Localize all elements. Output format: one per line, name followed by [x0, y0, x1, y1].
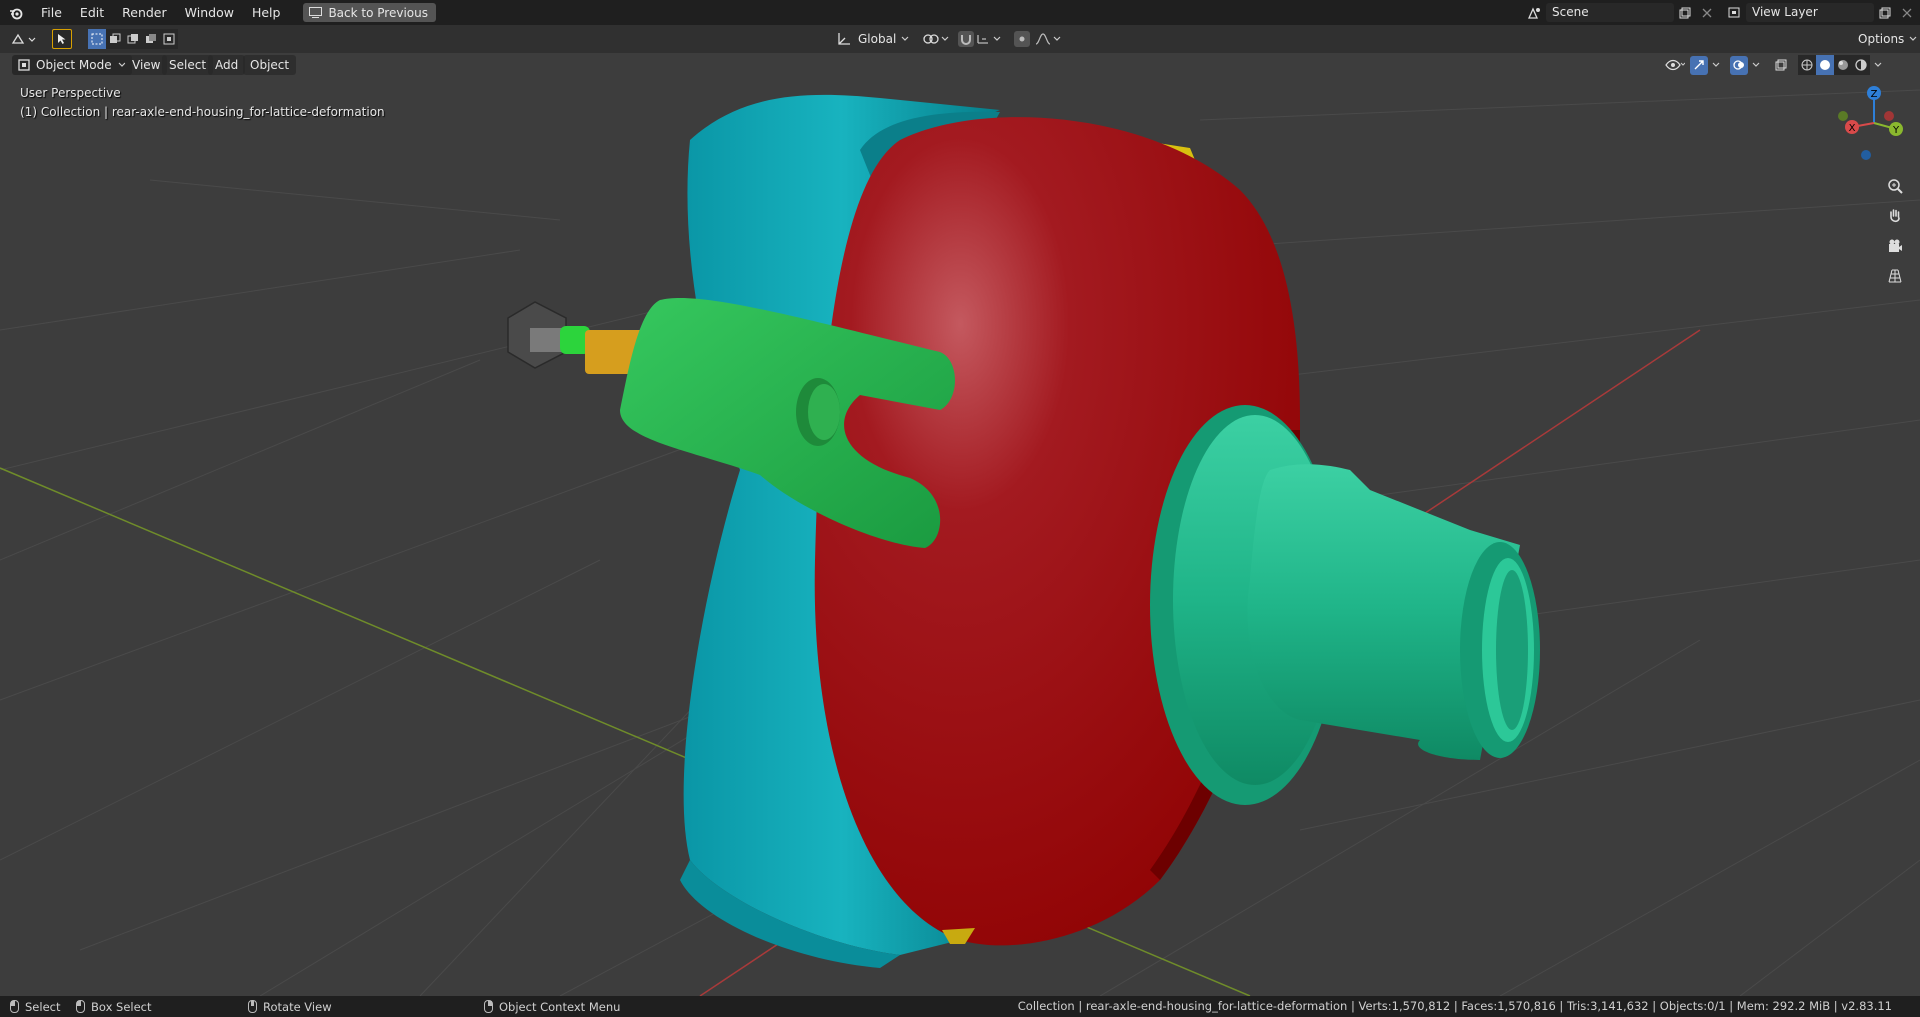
- mode-row: Object Mode View Select Add Object: [0, 53, 1920, 77]
- pivot-link-icon: [923, 34, 949, 44]
- new-scene-icon[interactable]: [1674, 3, 1696, 22]
- svg-text:X: X: [1849, 123, 1856, 134]
- orientation-axes-icon: [838, 33, 850, 45]
- left-mouse-icon: [10, 1000, 19, 1013]
- viewport-shading-group: [1664, 55, 1882, 75]
- object-mode-dropdown[interactable]: Object Mode: [12, 55, 132, 75]
- select-tool-button[interactable]: [52, 29, 72, 49]
- status-box-select: Box Select: [76, 999, 152, 1014]
- menu-object[interactable]: Object: [243, 55, 297, 75]
- editor-type-selector[interactable]: [10, 29, 38, 49]
- menu-window[interactable]: Window: [176, 0, 243, 25]
- visibility-eye-icon[interactable]: [1664, 56, 1686, 75]
- pan-hand-icon[interactable]: [1882, 203, 1908, 229]
- menu-file[interactable]: File: [32, 0, 71, 25]
- view-layer-name-field[interactable]: View Layer: [1746, 3, 1874, 22]
- status-rotate-view-label: Rotate View: [263, 999, 332, 1014]
- perspective-ortho-icon[interactable]: [1882, 263, 1908, 289]
- subtract-selection-icon[interactable]: [124, 29, 142, 49]
- back-to-previous-label: Back to Previous: [328, 5, 428, 20]
- selection-mode-group: [88, 29, 178, 49]
- menu-edit[interactable]: Edit: [71, 0, 113, 25]
- delete-scene-icon[interactable]: [1696, 3, 1718, 22]
- pivot-point-dropdown[interactable]: [922, 29, 952, 49]
- rendered-shading-icon[interactable]: [1852, 55, 1870, 75]
- orientation-value: Global: [858, 32, 897, 46]
- gizmo-toggle-icon[interactable]: [1690, 55, 1708, 75]
- new-view-layer-icon[interactable]: [1874, 3, 1896, 22]
- middle-mouse-icon: [248, 1000, 257, 1013]
- menu-render[interactable]: Render: [113, 0, 176, 25]
- material-shading-icon[interactable]: [1834, 55, 1852, 75]
- proportional-editing-toggle[interactable]: [1014, 29, 1062, 49]
- svg-text:Z: Z: [1871, 89, 1878, 100]
- status-context-menu: Object Context Menu: [484, 999, 620, 1014]
- overlays-toggle-icon[interactable]: [1730, 55, 1748, 75]
- object-mode-icon: [18, 59, 30, 71]
- drag-mouse-icon: [76, 1000, 85, 1013]
- status-select-label: Select: [25, 999, 61, 1014]
- menu-select[interactable]: Select: [162, 55, 214, 75]
- gizmo-neg-z-axis[interactable]: [1861, 150, 1871, 160]
- wireframe-shading-icon[interactable]: [1798, 55, 1816, 75]
- scene-render: [0, 89, 1920, 996]
- snap-magnet-icon: [958, 31, 1001, 47]
- blender-logo-icon[interactable]: [0, 0, 32, 25]
- gizmo-neg-x-axis[interactable]: [1884, 111, 1894, 121]
- scene-statistics: Collection | rear-axle-end-housing_for-l…: [1017, 999, 1892, 1013]
- chevron-down-icon[interactable]: [1712, 62, 1720, 68]
- intersect-selection-icon[interactable]: [160, 29, 178, 49]
- delete-view-layer-icon[interactable]: [1896, 3, 1918, 22]
- snap-toggle[interactable]: [958, 29, 1004, 49]
- navigation-gizmo[interactable]: Z Y X: [1834, 83, 1914, 163]
- cursor-arrow-icon: [58, 34, 66, 44]
- back-to-previous-button[interactable]: Back to Previous: [303, 3, 436, 22]
- zoom-icon[interactable]: [1882, 173, 1908, 199]
- chevron-down-icon: [901, 36, 909, 41]
- status-bar: Select Box Select Rotate View Object Con…: [0, 996, 1920, 1017]
- top-menu-bar: File Edit Render Window Help Back to Pre…: [0, 0, 1920, 25]
- view-layer-selector[interactable]: View Layer: [1724, 3, 1918, 22]
- status-box-select-label: Box Select: [91, 999, 152, 1014]
- svg-text:Y: Y: [1892, 125, 1900, 136]
- chevron-down-icon[interactable]: [1874, 62, 1882, 68]
- editor-type-icon: [11, 33, 36, 44]
- viewport-header: Global Options: [0, 25, 1920, 53]
- 3d-viewport[interactable]: User Perspective (1) Collection | rear-a…: [0, 53, 1920, 996]
- status-select: Select: [10, 999, 60, 1014]
- chevron-down-icon[interactable]: [1752, 62, 1760, 68]
- set-new-selection-icon[interactable]: [88, 29, 106, 49]
- invert-selection-icon[interactable]: [142, 29, 160, 49]
- status-context-menu-label: Object Context Menu: [499, 999, 621, 1014]
- options-dropdown[interactable]: Options: [1852, 29, 1920, 49]
- extend-selection-icon[interactable]: [106, 29, 124, 49]
- collection-label: (1) Collection | rear-axle-end-housing_f…: [20, 105, 385, 119]
- object-mode-label: Object Mode: [36, 58, 112, 72]
- menu-help[interactable]: Help: [243, 0, 290, 25]
- xray-toggle-icon[interactable]: [1770, 56, 1792, 75]
- view-layer-icon[interactable]: [1724, 3, 1746, 22]
- proportional-falloff-icon: [1014, 31, 1061, 47]
- scene-icon[interactable]: [1524, 3, 1546, 22]
- perspective-label: User Perspective: [20, 86, 121, 100]
- shading-mode-group: [1798, 55, 1870, 75]
- transform-orientation-dropdown[interactable]: Global: [836, 29, 915, 49]
- status-rotate-view: Rotate View: [248, 999, 332, 1014]
- camera-view-icon[interactable]: [1882, 233, 1908, 259]
- scene-name-field[interactable]: Scene: [1546, 3, 1674, 22]
- solid-shading-icon[interactable]: [1816, 55, 1834, 75]
- right-mouse-icon: [484, 1000, 493, 1013]
- menu-add[interactable]: Add: [208, 55, 246, 75]
- screen-icon: [309, 7, 323, 18]
- scene-selector[interactable]: Scene: [1524, 3, 1718, 22]
- gizmo-neg-y-axis[interactable]: [1838, 111, 1848, 121]
- options-label: Options: [1858, 32, 1905, 46]
- chevron-down-icon: [1909, 36, 1917, 41]
